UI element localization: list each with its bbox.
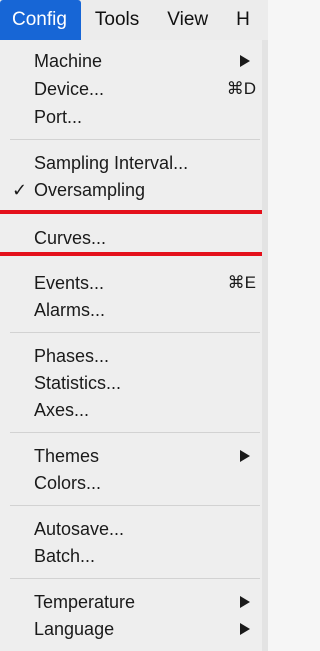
menu-item-label: Batch...	[34, 545, 96, 566]
menu-item-sampling-interval[interactable]: Sampling Interval...	[0, 150, 268, 176]
menu-separator	[10, 505, 260, 506]
highlight-line-bottom	[0, 252, 268, 256]
menu-item-label: Oversampling	[34, 179, 146, 200]
menu-item-autosave[interactable]: Autosave...	[0, 516, 268, 542]
menu-item-temperature[interactable]: Temperature	[0, 589, 268, 615]
menu-item-label: Axes...	[34, 399, 90, 420]
menu-separator	[10, 578, 260, 579]
checkmark-icon: ✓	[12, 179, 28, 200]
menu-item-label: Themes	[34, 445, 100, 466]
menu-item-events[interactable]: Events... ⌘E	[0, 270, 268, 296]
menu-item-port[interactable]: Port...	[0, 104, 268, 130]
menu-help-partial[interactable]: H	[222, 0, 250, 40]
menu-separator	[10, 332, 260, 333]
submenu-arrow-icon	[240, 450, 250, 462]
menu-item-axes[interactable]: Axes...	[0, 397, 268, 423]
menu-item-oversampling[interactable]: ✓ Oversampling	[0, 177, 268, 203]
menu-config[interactable]: Config	[0, 0, 81, 40]
menu-item-alarms[interactable]: Alarms...	[0, 297, 268, 323]
menu-item-label: Temperature	[34, 591, 136, 612]
menu-item-phases[interactable]: Phases...	[0, 343, 268, 369]
menu-separator	[10, 432, 260, 433]
shortcut-label: ⌘D	[226, 79, 256, 98]
menu-item-label: Port...	[34, 106, 83, 127]
menu-item-label: Device...	[34, 78, 105, 99]
submenu-arrow-icon	[240, 596, 250, 608]
config-dropdown-menu: Machine Device... ⌘D Port... Sampling In…	[0, 40, 268, 651]
menu-item-label: Alarms...	[34, 299, 106, 320]
menu-item-statistics[interactable]: Statistics...	[0, 370, 268, 396]
menu-item-label: Phases...	[34, 345, 110, 366]
menu-item-label: Events...	[34, 272, 105, 293]
menu-item-label: Curves...	[34, 227, 107, 248]
menu-tools[interactable]: Tools	[81, 0, 153, 40]
menu-separator	[10, 139, 260, 140]
menu-screenshot: Config Tools View H Machine Device... ⌘D…	[0, 0, 268, 651]
menu-item-label: Language	[34, 618, 115, 639]
menu-item-label: Machine	[34, 50, 103, 71]
menu-item-label: Autosave...	[34, 518, 125, 539]
highlight-line-top	[0, 210, 268, 214]
menu-item-colors[interactable]: Colors...	[0, 470, 268, 496]
menu-item-curves[interactable]: Curves...	[0, 225, 268, 251]
menu-item-label: Sampling Interval...	[34, 152, 189, 173]
window-edge	[262, 40, 268, 651]
menu-item-label: Colors...	[34, 472, 102, 493]
menu-view[interactable]: View	[153, 0, 222, 40]
menu-item-themes[interactable]: Themes	[0, 443, 268, 469]
menu-item-label: Statistics...	[34, 372, 122, 393]
shortcut-label: ⌘E	[227, 273, 256, 292]
menu-item-machine[interactable]: Machine	[0, 48, 268, 74]
menu-item-language[interactable]: Language	[0, 616, 268, 642]
menu-bar: Config Tools View H	[0, 0, 268, 40]
submenu-arrow-icon	[240, 55, 250, 67]
submenu-arrow-icon	[240, 623, 250, 635]
menu-item-device[interactable]: Device... ⌘D	[0, 76, 268, 102]
menu-item-batch[interactable]: Batch...	[0, 543, 268, 569]
